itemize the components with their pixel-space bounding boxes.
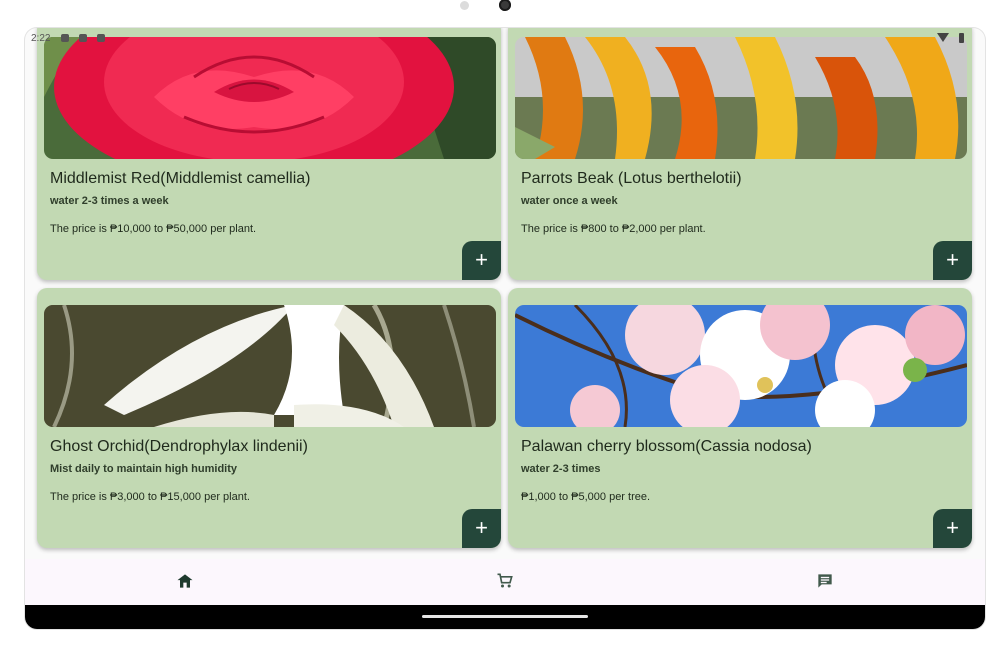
plant-price: The price is ₱3,000 to ₱15,000 per plant… — [50, 491, 250, 503]
status-bar: 2:22 — [25, 28, 985, 48]
plant-image-camellia — [44, 37, 496, 159]
bottom-navigation — [25, 559, 985, 605]
plant-card-ghost-orchid[interactable]: Ghost Orchid(Dendrophylax lindenii) Mist… — [37, 288, 501, 548]
cart-icon — [497, 573, 513, 588]
camera-sensor — [460, 1, 469, 10]
gesture-handle[interactable] — [422, 615, 588, 618]
plant-card-parrots-beak[interactable]: Parrots Beak (Lotus berthelotii) water o… — [508, 28, 972, 280]
device-screen: 2:22 Middlemist Red(Middlemist camellia)… — [25, 28, 985, 629]
nav-cart[interactable] — [495, 571, 519, 593]
chat-icon — [818, 574, 832, 588]
home-icon — [177, 574, 193, 588]
plant-image-parrots-beak — [515, 37, 967, 159]
watering-instructions: water 2-3 times a week — [50, 195, 169, 207]
plant-image-ghost-orchid — [44, 305, 496, 427]
camera-lens — [499, 0, 511, 11]
plant-card-palawan-cherry[interactable]: Palawan cherry blossom(Cassia nodosa) wa… — [508, 288, 972, 548]
shield-icon — [61, 34, 69, 42]
add-to-cart-button[interactable]: + — [462, 241, 501, 280]
notification-icon — [97, 34, 105, 42]
plant-name: Palawan cherry blossom(Cassia nodosa) — [521, 438, 812, 455]
plant-price: ₱1,000 to ₱5,000 per tree. — [521, 491, 651, 503]
add-to-cart-button[interactable]: + — [462, 509, 501, 548]
watering-instructions: Mist daily to maintain high humidity — [50, 463, 238, 475]
status-time: 2:22 — [31, 33, 51, 44]
add-to-cart-button[interactable]: + — [933, 241, 972, 280]
nav-messages[interactable] — [815, 571, 839, 593]
battery-icon — [959, 33, 964, 43]
add-to-cart-button[interactable]: + — [933, 509, 972, 548]
system-navigation-bar — [25, 605, 985, 629]
plant-image-cherry-blossom — [515, 305, 967, 427]
plant-name: Parrots Beak (Lotus berthelotii) — [521, 170, 742, 187]
wifi-icon — [937, 33, 949, 42]
watering-instructions: water once a week — [521, 195, 618, 207]
nav-home[interactable] — [175, 571, 199, 593]
plant-name: Middlemist Red(Middlemist camellia) — [50, 170, 311, 187]
plant-price: The price is ₱800 to ₱2,000 per plant. — [521, 223, 706, 235]
watering-instructions: water 2-3 times — [521, 463, 601, 475]
plant-name: Ghost Orchid(Dendrophylax lindenii) — [50, 438, 308, 455]
plant-price: The price is ₱10,000 to ₱50,000 per plan… — [50, 223, 257, 235]
plant-card-middlemist-red[interactable]: Middlemist Red(Middlemist camellia) wate… — [37, 28, 501, 280]
sim-icon — [79, 34, 87, 42]
plant-feed[interactable]: Middlemist Red(Middlemist camellia) wate… — [25, 28, 985, 558]
